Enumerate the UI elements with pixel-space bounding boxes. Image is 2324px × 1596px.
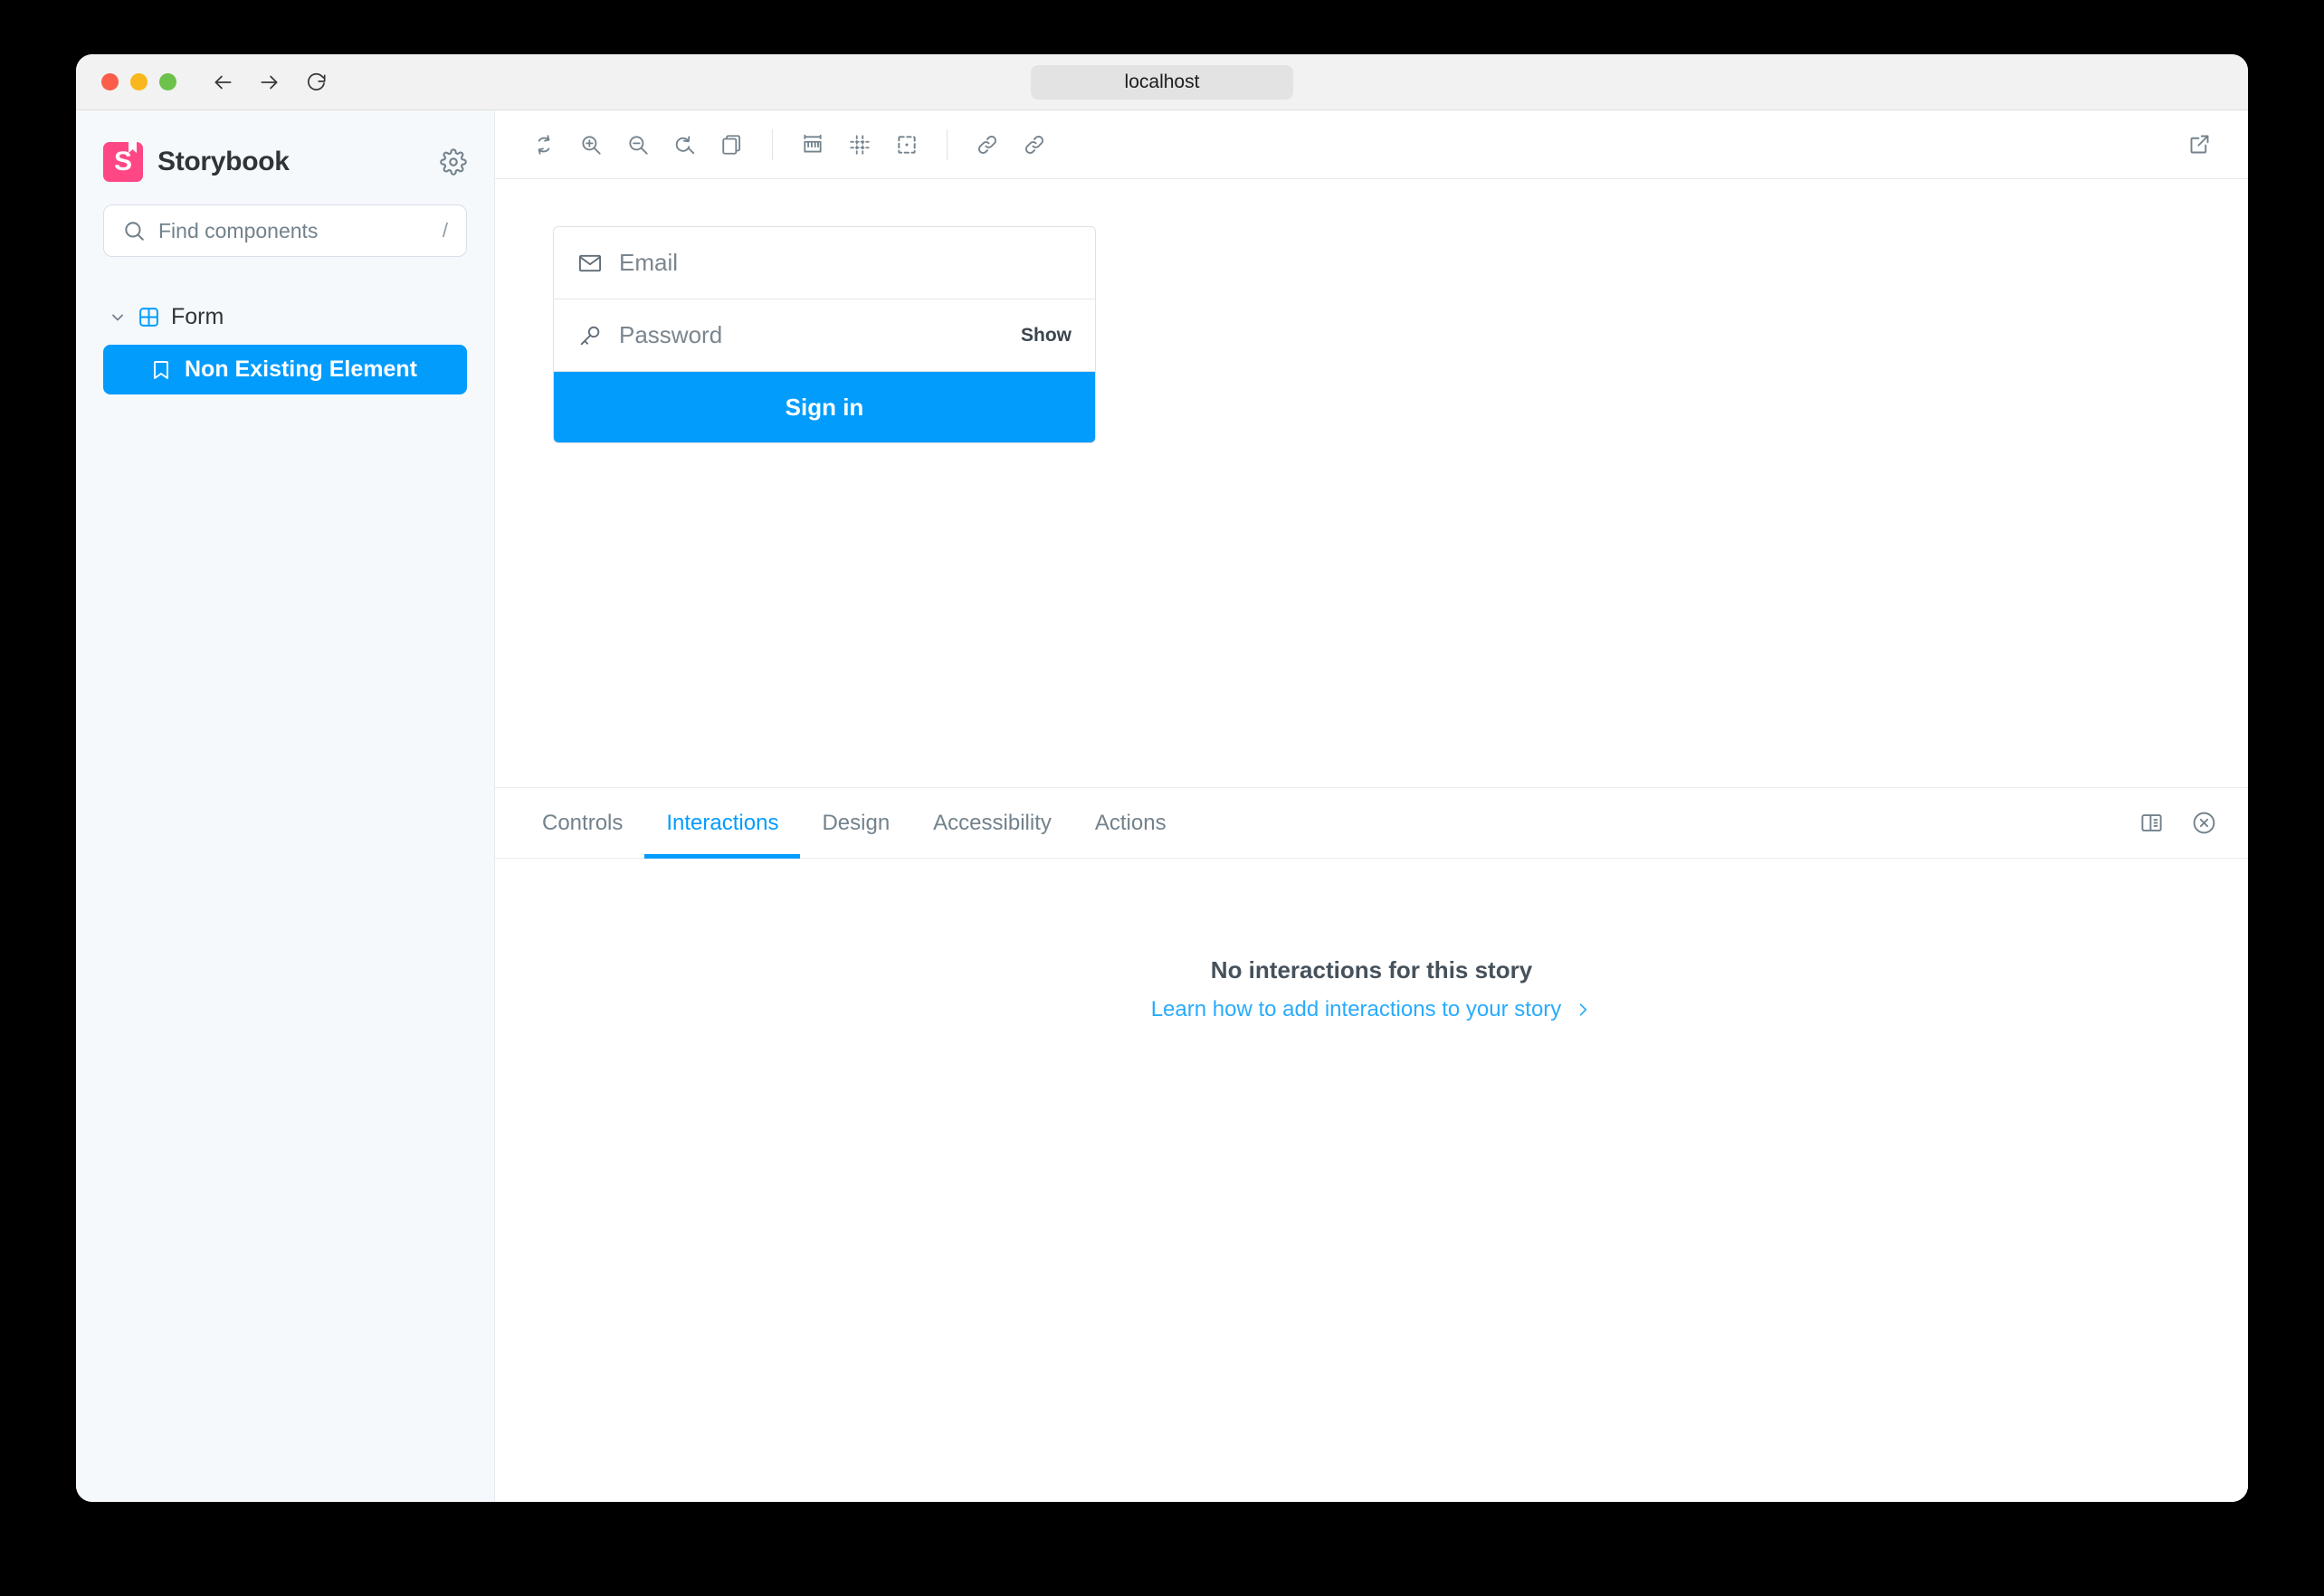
browser-nav-buttons (211, 71, 329, 94)
chevron-down-icon (109, 309, 127, 327)
key-icon (580, 326, 600, 345)
tree-group-form[interactable]: Form (103, 297, 467, 337)
outline-icon[interactable] (883, 121, 930, 168)
envelope-icon (578, 254, 602, 271)
search-shortcut-hint: / (442, 219, 448, 242)
panel-action-buttons (2139, 788, 2223, 858)
tab-actions[interactable]: Actions (1073, 788, 1188, 858)
url-bar[interactable]: localhost (1031, 64, 1293, 100)
tab-controls[interactable]: Controls (520, 788, 644, 858)
tree-group-label: Form (171, 304, 224, 329)
toolbar-divider-2 (947, 128, 948, 160)
email-input[interactable] (619, 249, 1072, 277)
login-form: Show Sign in (553, 226, 1096, 443)
password-field-row[interactable]: Show (554, 299, 1095, 372)
zoom-in-icon[interactable] (567, 121, 614, 168)
main-area: Show Sign in Controls Interactions Desig… (495, 110, 2248, 1502)
search-input[interactable] (158, 218, 430, 243)
component-grid-icon (138, 306, 160, 328)
storybook-logo-icon: S (103, 142, 143, 182)
storybook-brand[interactable]: S Storybook (103, 142, 290, 182)
link-icon[interactable] (964, 121, 1011, 168)
zoom-reset-icon[interactable] (662, 121, 709, 168)
addon-panel: Controls Interactions Design Accessibili… (495, 787, 2248, 1502)
backgrounds-icon[interactable] (709, 121, 756, 168)
app-body: S Storybook / (76, 110, 2248, 1502)
reload-icon[interactable] (305, 71, 329, 94)
minimize-window-button[interactable] (130, 73, 148, 90)
sign-in-button[interactable]: Sign in (554, 372, 1095, 442)
story-canvas: Show Sign in (495, 179, 2248, 787)
show-password-button[interactable]: Show (1021, 325, 1072, 347)
search-icon (125, 222, 144, 241)
sidebar-header: S Storybook (103, 110, 467, 204)
forward-arrow-icon[interactable] (258, 71, 281, 94)
zoom-out-icon[interactable] (614, 121, 662, 168)
story-tree: Form Non Existing Element (103, 297, 467, 394)
link-alt-icon[interactable] (1011, 121, 1058, 168)
learn-interactions-link[interactable]: Learn how to add interactions to your st… (1151, 997, 1593, 1022)
toolbar-divider (772, 128, 773, 160)
back-arrow-icon[interactable] (211, 71, 234, 94)
sidebar: S Storybook / (76, 110, 495, 1502)
addon-panel-tabs: Controls Interactions Design Accessibili… (495, 788, 2248, 859)
password-input[interactable] (619, 321, 1005, 349)
remount-icon[interactable] (520, 121, 567, 168)
maximize-window-button[interactable] (159, 73, 176, 90)
measure-icon[interactable] (789, 121, 836, 168)
sidebar-item-label: Non Existing Element (185, 356, 417, 382)
email-field-row[interactable] (554, 227, 1095, 299)
url-text: localhost (1124, 71, 1200, 92)
search-box[interactable]: / (103, 204, 467, 257)
tab-design[interactable]: Design (800, 788, 911, 858)
preview-toolbar (495, 110, 2248, 179)
open-in-new-icon[interactable] (2176, 121, 2223, 168)
close-panel-icon[interactable] (2191, 810, 2217, 836)
sidebar-item-non-existing-element[interactable]: Non Existing Element (103, 345, 467, 394)
close-window-button[interactable] (101, 73, 119, 90)
brand-name: Storybook (157, 147, 290, 176)
window-traffic-lights (101, 73, 176, 90)
chevron-right-icon (1579, 1003, 1587, 1016)
browser-chrome: localhost (76, 54, 2248, 110)
bookmark-icon (154, 360, 168, 379)
addon-panel-body: No interactions for this story Learn how… (495, 859, 2248, 1502)
browser-window: localhost S Storybook / (76, 54, 2248, 1502)
grid-icon[interactable] (836, 121, 883, 168)
empty-state-title: No interactions for this story (1210, 956, 1533, 983)
gear-icon[interactable] (440, 148, 467, 176)
learn-interactions-link-label: Learn how to add interactions to your st… (1150, 997, 1562, 1021)
tab-interactions[interactable]: Interactions (644, 788, 801, 859)
panel-position-icon[interactable] (2139, 811, 2164, 835)
tab-accessibility[interactable]: Accessibility (911, 788, 1073, 858)
